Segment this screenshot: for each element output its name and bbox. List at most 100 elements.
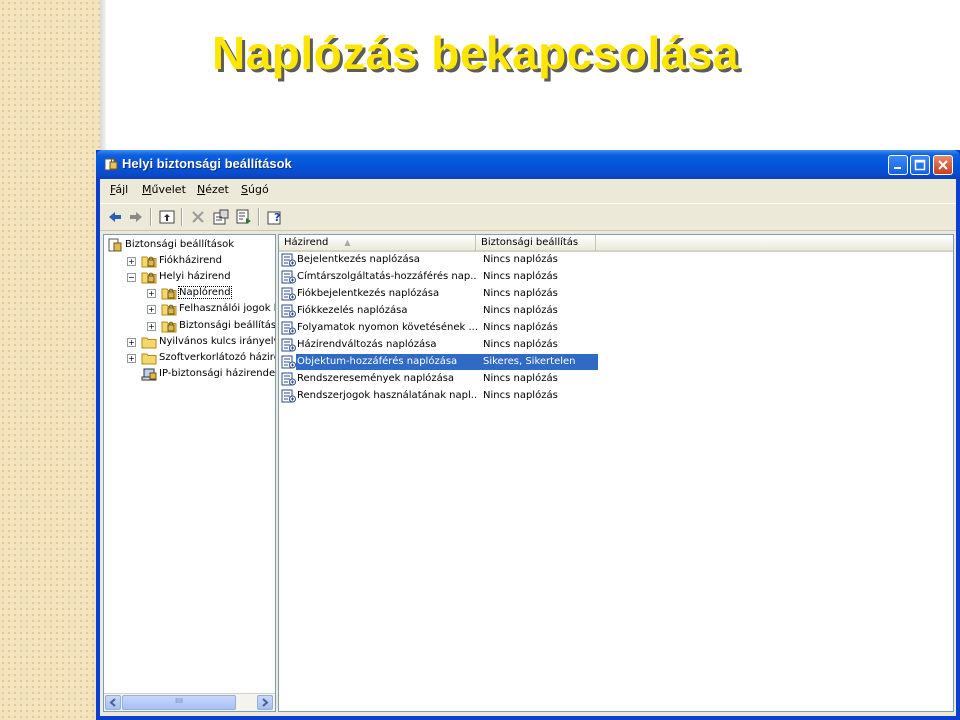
policy-row[interactable]: Rendszerjogok használatának napl... Nincs… <box>280 388 952 405</box>
policy-row[interactable]: Fiókbejelentkezés naplózása Nincs naplózá… <box>280 286 952 303</box>
policy-name: Fiókkezelés naplózása <box>297 305 408 316</box>
audit-policy-icon <box>281 304 296 318</box>
tree-expander[interactable]: + <box>127 353 136 363</box>
audit-policy-icon <box>281 338 296 352</box>
menu-help-label: úgó <box>247 183 269 196</box>
policy-row[interactable]: Rendszeresemények naplózása Nincs naplózá… <box>280 371 952 388</box>
minimize-icon <box>894 167 901 169</box>
policy-setting: Nincs naplózás <box>483 390 558 401</box>
chevron-left-icon <box>109 698 116 707</box>
menu-view-accesskey: N <box>197 183 206 196</box>
menu-action-accesskey: M <box>142 183 152 196</box>
tree-expander[interactable]: + <box>127 337 136 347</box>
column-header-policy[interactable]: Házirend ▲ <box>279 235 476 252</box>
title-bar[interactable]: Helyi biztonsági beállítások <box>96 150 960 179</box>
folder-lock-icon <box>161 288 177 300</box>
audit-policy-icon <box>281 287 296 301</box>
column-header-policy-label: Házirend <box>284 237 329 248</box>
menu-help[interactable]: Súgó <box>241 183 269 196</box>
help-icon[interactable]: ? <box>266 208 284 226</box>
forward-icon[interactable] <box>127 208 145 226</box>
app-window: Helyi biztonsági beállítások Fájl Művele… <box>96 150 960 720</box>
policy-name: Objektum-hozzáférés naplózása <box>297 356 458 367</box>
toolbar-separator <box>258 208 260 226</box>
list-pane[interactable]: Házirend ▲ Biztonsági beállítás Bejelentk… <box>278 234 954 712</box>
policy-setting: Sikeres, Sikertelen <box>483 356 576 367</box>
tree-pane[interactable]: Biztonsági beállítások + Fiókházirend − Hely… <box>103 234 276 712</box>
audit-policy-icon <box>281 270 296 284</box>
toolbar: ? <box>100 203 956 231</box>
slide-title: Naplózás bekapcsolása <box>212 27 739 79</box>
policy-name: Címtárszolgáltatás-hozzáférés nap... <box>297 271 477 282</box>
toolbar-separator <box>181 208 183 226</box>
menu-file[interactable]: Fájl <box>110 183 128 196</box>
column-header-setting[interactable]: Biztonsági beállítás <box>476 235 596 252</box>
tree-node-label: Felhasználói jogok kiosz <box>179 303 275 315</box>
policy-name: Bejelentkezés naplózása <box>297 254 420 265</box>
close-icon <box>938 160 948 170</box>
svg-text:?: ? <box>274 211 280 224</box>
tree-expander[interactable]: + <box>147 289 156 299</box>
audit-policy-icon <box>281 253 296 267</box>
decorative-sidebar-strip <box>0 0 100 720</box>
tree-node-label: Naplórend <box>178 286 232 300</box>
chevron-right-icon <box>262 698 269 707</box>
scroll-thumb[interactable]: IIII <box>122 695 236 710</box>
audit-policy-icon <box>281 372 296 386</box>
window-client-area: Fájl Művelet Nézet Súgó ? Biztonsági beá… <box>100 179 956 716</box>
folder-lock-icon <box>161 304 177 316</box>
scroll-right-button[interactable] <box>257 695 273 710</box>
sort-ascending-icon: ▲ <box>344 238 351 247</box>
window-title: Helyi biztonsági beállítások <box>122 156 292 171</box>
tree-expander[interactable]: + <box>147 305 156 315</box>
policy-name: Rendszeresemények naplózása <box>297 373 455 384</box>
ip-security-icon <box>141 368 157 381</box>
tree-expander[interactable]: + <box>127 257 136 267</box>
policy-row[interactable]: Folyamatok nyomon követésének ... Nincs n… <box>280 320 952 337</box>
policy-setting: Nincs naplózás <box>483 373 558 384</box>
security-root-icon <box>108 238 122 252</box>
export-list-icon[interactable] <box>235 208 253 226</box>
up-folder-icon[interactable] <box>158 208 176 226</box>
security-settings-icon <box>104 158 118 171</box>
tree-node-label: Helyi házirend <box>159 271 231 283</box>
folder-icon <box>141 337 157 349</box>
menu-view-label: ézet <box>205 183 229 196</box>
folder-lock-icon <box>161 321 177 332</box>
maximize-button[interactable] <box>910 155 930 175</box>
menu-action[interactable]: Művelet <box>142 183 186 196</box>
folder-icon <box>141 353 157 365</box>
policy-name: Folyamatok nyomon követésének ... <box>297 322 477 333</box>
menu-help-accesskey: S <box>241 183 248 196</box>
tree-node-label: Biztonsági beállítások <box>179 319 276 331</box>
properties-icon[interactable] <box>212 208 230 226</box>
horizontal-scrollbar[interactable]: IIII <box>104 693 275 711</box>
folder-lock-icon <box>141 272 157 284</box>
tree-node-label: Fiókházirend <box>159 255 222 267</box>
minimize-button[interactable] <box>888 155 908 175</box>
menu-view[interactable]: Nézet <box>197 183 229 196</box>
column-header-empty <box>596 235 953 252</box>
policy-setting: Nincs naplózás <box>483 271 558 282</box>
tree-expander[interactable]: − <box>127 273 136 283</box>
policy-row[interactable]: Objektum-hozzáférés naplózása Sikeres, Si… <box>280 354 952 371</box>
delete-icon[interactable] <box>189 208 207 226</box>
column-header-setting-label: Biztonsági beállítás <box>481 237 579 248</box>
policy-row[interactable]: Címtárszolgáltatás-hozzáférés nap... Ninc… <box>280 269 952 286</box>
policy-row[interactable]: Házirendváltozás naplózása Nincs naplózás <box>280 337 952 354</box>
policy-setting: Nincs naplózás <box>483 305 558 316</box>
tree-node-label: Nyilvános kulcs irányelvei <box>159 335 276 347</box>
policy-setting: Nincs naplózás <box>483 339 558 350</box>
tree-expander[interactable]: + <box>147 321 156 331</box>
back-icon[interactable] <box>106 208 124 226</box>
toolbar-separator <box>150 208 152 226</box>
folder-lock-icon <box>141 256 157 268</box>
policy-name: Házirendváltozás naplózása <box>297 339 437 350</box>
policy-row[interactable]: Bejelentkezés naplózása Nincs naplózás <box>280 252 952 269</box>
policy-row[interactable]: Fiókkezelés naplózása Nincs naplózás <box>280 303 952 320</box>
scroll-left-button[interactable] <box>105 695 121 710</box>
policy-setting: Nincs naplózás <box>483 322 558 333</box>
maximize-icon <box>914 159 926 171</box>
audit-policy-icon <box>281 355 296 369</box>
close-button[interactable] <box>933 155 953 175</box>
